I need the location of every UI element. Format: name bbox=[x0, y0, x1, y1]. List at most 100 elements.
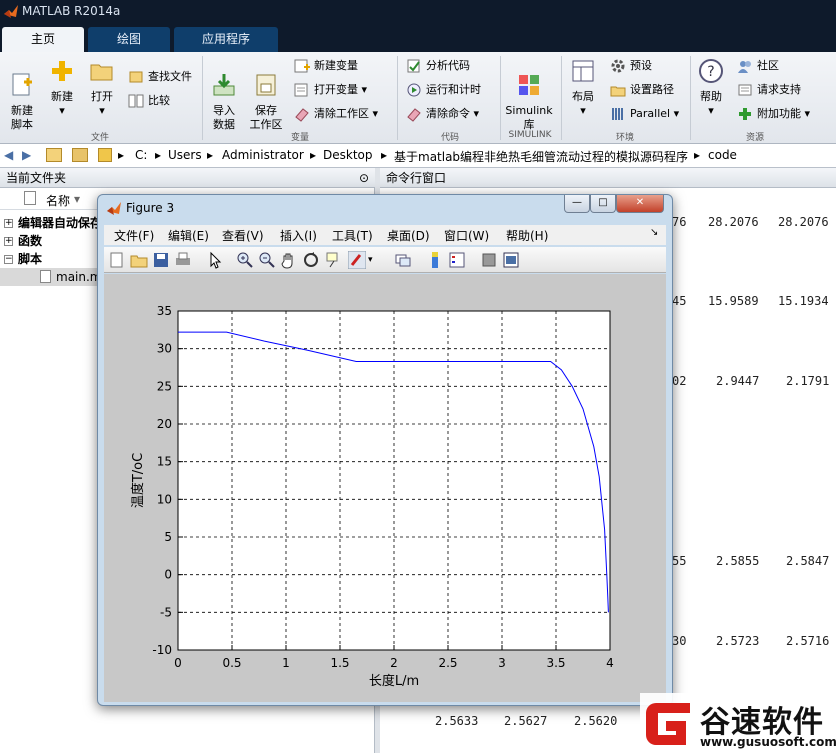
figure-toolbar: ▾ bbox=[104, 247, 666, 273]
pan-hand-icon[interactable] bbox=[280, 251, 298, 269]
maximize-button[interactable]: □ bbox=[590, 195, 616, 213]
save-workspace-icon bbox=[256, 74, 276, 96]
open-file-icon[interactable] bbox=[130, 251, 148, 269]
menu-window[interactable]: 窗口(W) bbox=[444, 227, 489, 244]
set-path-icon bbox=[610, 86, 626, 97]
breadcrumb-separator: ▸ bbox=[155, 148, 162, 162]
breadcrumb-item[interactable]: Users bbox=[168, 148, 202, 162]
x-tick-label: 1.5 bbox=[330, 656, 349, 670]
close-button[interactable]: ✕ bbox=[616, 195, 664, 213]
ribbon-separator bbox=[202, 56, 203, 140]
breadcrumb-item[interactable]: 基于matlab编程非绝热毛细管流动过程的模拟源码程序 bbox=[394, 148, 688, 165]
print-icon[interactable] bbox=[174, 251, 192, 269]
minimize-button[interactable]: — bbox=[564, 195, 590, 213]
menu-file[interactable]: 文件(F) bbox=[114, 227, 154, 244]
zoom-out-icon[interactable] bbox=[258, 251, 276, 269]
rotate-3d-icon[interactable] bbox=[302, 251, 320, 269]
y-tick-label: 25 bbox=[157, 379, 172, 393]
cmd-value: 2.5620 bbox=[574, 714, 618, 728]
menu-edit[interactable]: 编辑(E) bbox=[168, 227, 209, 244]
import-data-button[interactable]: 导入 数据 bbox=[206, 58, 242, 132]
breadcrumb-item[interactable]: C: bbox=[135, 148, 147, 162]
cmd-value: 28.2076 bbox=[708, 215, 759, 229]
simulink-library-button[interactable]: Simulink 库 bbox=[504, 58, 554, 132]
figure-menubar: 文件(F) 编辑(E) 查看(V) 插入(I) 工具(T) 桌面(D) 窗口(W… bbox=[104, 225, 666, 245]
up-folder-icon[interactable] bbox=[46, 148, 62, 162]
brush-dropdown-icon[interactable]: ▾ bbox=[368, 251, 386, 269]
clear-commands-button[interactable]: 清除命令 ▾ bbox=[406, 105, 479, 123]
y-tick-label: 0 bbox=[164, 568, 172, 582]
hide-plot-tools-icon[interactable] bbox=[480, 251, 498, 269]
matlab-logo-icon bbox=[107, 202, 121, 215]
browse-folder-icon[interactable] bbox=[72, 148, 88, 162]
preferences-button[interactable]: 预设 bbox=[610, 57, 652, 75]
analyze-code-button[interactable]: 分析代码 bbox=[406, 57, 470, 75]
menu-desktop[interactable]: 桌面(D) bbox=[387, 227, 430, 244]
compare-button[interactable]: 比较 bbox=[128, 92, 170, 110]
breadcrumb-item[interactable]: code bbox=[708, 148, 737, 162]
clear-workspace-button[interactable]: 清除工作区 ▾ bbox=[294, 105, 378, 123]
new-script-button[interactable]: 新建 脚本 bbox=[4, 58, 40, 132]
chevron-down-icon: ▾ bbox=[708, 104, 714, 117]
pointer-icon[interactable] bbox=[206, 251, 224, 269]
x-tick-label: 0 bbox=[174, 656, 182, 670]
ribbon-separator bbox=[561, 56, 562, 140]
open-variable-button[interactable]: 打开变量 ▾ bbox=[294, 81, 367, 99]
show-plot-tools-icon[interactable] bbox=[502, 251, 520, 269]
addons-button[interactable]: 附加功能 ▾ bbox=[737, 105, 810, 123]
data-cursor-icon[interactable] bbox=[324, 251, 342, 269]
menu-help[interactable]: 帮助(H) bbox=[506, 227, 548, 244]
cmd-value: 02 bbox=[672, 374, 687, 388]
brush-icon[interactable] bbox=[348, 251, 366, 269]
sort-icon: ▾ bbox=[74, 192, 81, 206]
legend-icon[interactable] bbox=[448, 251, 466, 269]
parallel-button[interactable]: Parallel ▾ bbox=[610, 105, 679, 123]
menu-view[interactable]: 查看(V) bbox=[222, 227, 264, 244]
expand-icon[interactable]: + bbox=[4, 219, 13, 228]
request-support-button[interactable]: 请求支持 bbox=[737, 81, 801, 99]
x-tick-label: 3 bbox=[498, 656, 506, 670]
tab-home[interactable]: 主页 bbox=[2, 27, 84, 52]
figure-window[interactable]: Figure 3 — □ ✕ 文件(F) 编辑(E) 查看(V) 插入(I) 工… bbox=[97, 194, 673, 706]
tab-apps[interactable]: 应用程序 bbox=[174, 27, 278, 52]
open-button[interactable]: 打开 ▾ bbox=[84, 58, 120, 118]
cmd-value: 15.1934 bbox=[778, 294, 829, 308]
x-axis-label: 长度L/m bbox=[369, 673, 419, 689]
group-environment-label: 环境 bbox=[615, 133, 634, 143]
breadcrumb-separator: ▸ bbox=[310, 148, 317, 162]
run-and-time-button[interactable]: 运行和计时 bbox=[406, 81, 481, 99]
cmd-value: 15.9589 bbox=[708, 294, 759, 308]
new-figure-icon[interactable] bbox=[108, 251, 126, 269]
community-button[interactable]: 社区 bbox=[737, 57, 779, 75]
tree-item-functions[interactable]: + 函数 bbox=[4, 232, 42, 250]
breadcrumb-item[interactable]: Desktop bbox=[323, 148, 373, 162]
menu-insert[interactable]: 插入(I) bbox=[280, 227, 317, 244]
new-button[interactable]: 新建 ▾ bbox=[44, 58, 80, 118]
new-variable-button[interactable]: 新建变量 bbox=[294, 57, 358, 75]
menu-tools[interactable]: 工具(T) bbox=[332, 227, 373, 244]
app-titlebar: MATLAB R2014a bbox=[0, 0, 836, 24]
breadcrumb-item[interactable]: Administrator bbox=[222, 148, 304, 162]
x-tick-label: 4 bbox=[606, 656, 614, 670]
tree-item-autosave[interactable]: + 编辑器自动保存 bbox=[4, 214, 102, 232]
tree-item-scripts[interactable]: − 脚本 bbox=[4, 250, 42, 268]
community-icon bbox=[738, 61, 751, 73]
panel-menu-icon[interactable]: ⊙ bbox=[359, 168, 369, 188]
matlab-logo-icon bbox=[4, 5, 18, 18]
set-path-button[interactable]: 设置路径 bbox=[610, 81, 674, 99]
layout-button[interactable]: 布局 ▾ bbox=[565, 58, 601, 118]
help-button[interactable]: ? 帮助 ▾ bbox=[694, 58, 728, 118]
expand-icon[interactable]: + bbox=[4, 237, 13, 246]
colorbar-icon[interactable] bbox=[426, 251, 444, 269]
dock-arrow-icon[interactable]: ↘ bbox=[650, 227, 658, 238]
link-plot-icon[interactable] bbox=[394, 251, 412, 269]
save-workspace-button[interactable]: 保存 工作区 bbox=[246, 58, 286, 132]
collapse-icon[interactable]: − bbox=[4, 255, 13, 264]
forward-icon[interactable]: ▶ bbox=[22, 148, 31, 162]
find-files-button[interactable]: 查找文件 bbox=[128, 68, 192, 86]
x-tick-label: 2 bbox=[390, 656, 398, 670]
save-icon[interactable] bbox=[152, 251, 170, 269]
tab-plots[interactable]: 绘图 bbox=[88, 27, 170, 52]
back-icon[interactable]: ◀ bbox=[4, 148, 13, 162]
zoom-in-icon[interactable] bbox=[236, 251, 254, 269]
